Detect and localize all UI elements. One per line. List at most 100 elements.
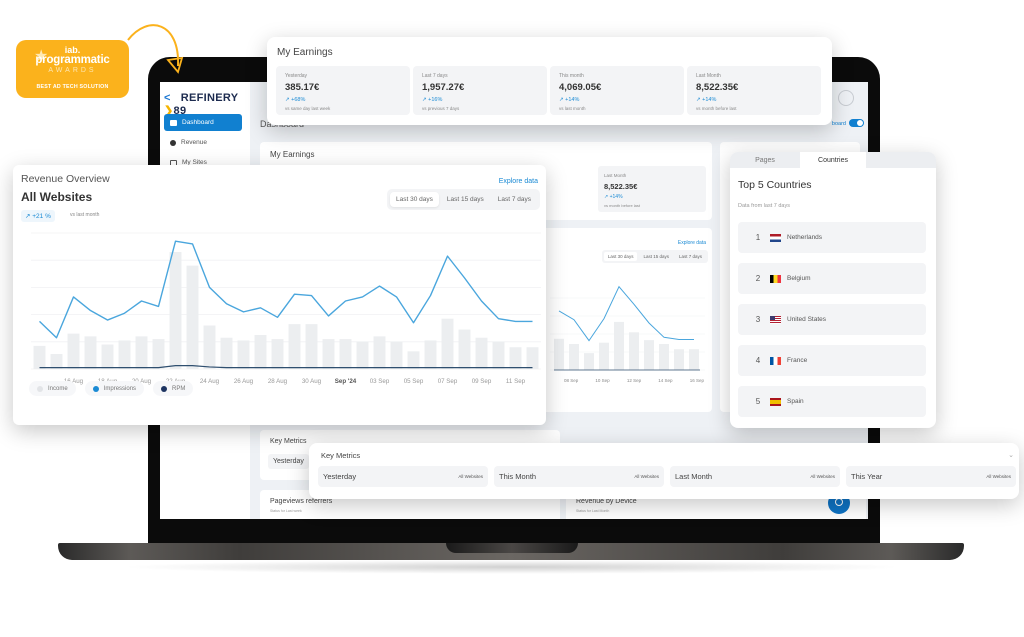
- chart-legend: Income Impressions RPM: [29, 381, 194, 396]
- income-bar: [152, 339, 165, 369]
- impressions-line: [39, 240, 533, 339]
- income-bar: [492, 341, 505, 369]
- income-bar: [84, 336, 97, 369]
- revenue-overview-card: Revenue Overview All Websites ↗ +21 % vs…: [13, 165, 546, 425]
- income-bar: [509, 347, 522, 369]
- mini-bar: [614, 321, 624, 370]
- income-bar: [407, 351, 420, 369]
- country-name: Belgium: [787, 275, 811, 282]
- x-tick-label: 24 Aug: [200, 378, 220, 385]
- key-metrics-title: Key Metrics: [321, 451, 361, 460]
- avatar[interactable]: [838, 90, 854, 106]
- countries-card: Pages Countries Top 5 Countries Data fro…: [730, 152, 936, 428]
- revenue-chart: 16 Aug18 Aug20 Aug22 Aug24 Aug26 Aug28 A…: [31, 232, 541, 385]
- mini-bar: [644, 340, 654, 370]
- income-bar: [271, 339, 284, 369]
- toggle-label: board: [831, 121, 846, 127]
- range-last-15-days[interactable]: Last 15 days: [441, 192, 490, 207]
- income-bar: [305, 324, 318, 369]
- income-bar: [458, 329, 471, 369]
- mini-bar: [674, 349, 684, 370]
- sidebar-item-revenue[interactable]: Revenue: [164, 134, 242, 151]
- stat-yesterday: Yesterday 385.17€ ↗ +68% vs same day las…: [276, 66, 410, 115]
- range-15[interactable]: Last 15 days: [639, 252, 673, 261]
- metric-this-year[interactable]: This Year All Websites: [846, 466, 1016, 487]
- be-flag-icon: [770, 274, 781, 283]
- range-last-7-days[interactable]: Last 7 days: [492, 192, 537, 207]
- country-row[interactable]: 2 Belgium: [738, 263, 926, 294]
- mini-chart-x-axis: 08 Sep 10 Sep 12 Sep 14 Sep 16 Sep: [564, 378, 704, 383]
- income-bar: [373, 336, 386, 369]
- mini-bar: [554, 338, 564, 370]
- x-tick-label: 09 Sep: [472, 378, 492, 385]
- income-bar: [50, 354, 63, 369]
- mini-bar: [584, 353, 594, 370]
- tab-pages[interactable]: Pages: [730, 152, 800, 168]
- stat-this-month: This month 4,069.05€ ↗ +14% vs last mont…: [550, 66, 684, 115]
- country-rank: 3: [755, 315, 761, 324]
- tab-bar: Pages Countries: [730, 152, 936, 168]
- key-metrics-card: Key Metrics ⌄ Yesterday All Websites Thi…: [309, 443, 1019, 499]
- legend-impressions[interactable]: Impressions: [84, 381, 145, 396]
- country-rank: 1: [755, 233, 761, 242]
- range-30[interactable]: Last 30 days: [603, 252, 638, 261]
- arrow-icon: [127, 24, 184, 74]
- income-bar: [237, 340, 250, 369]
- income-bar: [526, 347, 539, 369]
- country-row[interactable]: 1 Netherlands: [738, 222, 926, 253]
- income-bar: [390, 341, 403, 369]
- x-tick-label: 30 Aug: [302, 378, 322, 385]
- mini-bar: [599, 342, 609, 370]
- explore-data-link[interactable]: Explore data: [678, 240, 706, 246]
- sidebar-item-dashboard[interactable]: Dashboard: [164, 114, 242, 131]
- legend-income[interactable]: Income: [29, 381, 76, 396]
- dashboard-toggle[interactable]: [849, 119, 864, 127]
- x-tick-label: 05 Sep: [404, 378, 424, 385]
- x-tick-label: Sep '24: [335, 378, 357, 385]
- fr-flag-icon: [770, 356, 781, 365]
- country-rank: 2: [755, 274, 761, 283]
- earnings-card: My Earnings Yesterday 385.17€ ↗ +68% vs …: [267, 37, 832, 125]
- tab-countries[interactable]: Countries: [800, 152, 866, 168]
- income-bar: [101, 344, 114, 369]
- country-row[interactable]: 3 United States: [738, 304, 926, 335]
- metric-last-month[interactable]: Last Month All Websites: [670, 466, 840, 487]
- countries-title: Top 5 Countries: [738, 179, 812, 191]
- legend-rpm[interactable]: RPM: [153, 381, 194, 396]
- income-bar: [169, 252, 182, 369]
- range-7[interactable]: Last 7 days: [675, 252, 706, 261]
- country-rank: 4: [755, 356, 761, 365]
- explore-data-link[interactable]: Explore data: [499, 178, 538, 185]
- mini-line: [558, 285, 694, 342]
- country-name: United States: [787, 316, 827, 323]
- es-flag-icon: [770, 397, 781, 406]
- stat-last-month: Last Month 8,522.35€ ↗ +14% vs month bef…: [687, 66, 821, 115]
- impressions-dot-icon: [92, 385, 99, 392]
- income-bar: [322, 339, 335, 369]
- back-icon[interactable]: <: [164, 92, 171, 104]
- metric-yesterday[interactable]: Yesterday All Websites: [318, 466, 488, 487]
- country-row[interactable]: 5 Spain: [738, 386, 926, 417]
- income-bar: [356, 341, 369, 369]
- income-bar: [339, 339, 352, 369]
- country-row[interactable]: 4 France: [738, 345, 926, 376]
- dashboard-icon: [170, 119, 177, 126]
- euro-icon: [170, 139, 176, 146]
- range-selector: Last 30 days Last 15 days Last 7 days: [601, 250, 708, 263]
- income-bar: [67, 333, 80, 369]
- x-tick-label: 28 Aug: [268, 378, 288, 385]
- income-bar: [186, 265, 199, 369]
- stat-last-7-days: Last 7 days 1,957.27€ ↗ +16% vs previous…: [413, 66, 547, 115]
- trend-up-icon: ↗ +14%: [604, 194, 623, 200]
- range-last-30-days[interactable]: Last 30 days: [390, 192, 439, 207]
- rpm-dot-icon: [161, 385, 168, 392]
- mini-bar: [629, 332, 639, 370]
- metric-this-month[interactable]: This Month All Websites: [494, 466, 664, 487]
- income-bar: [33, 345, 46, 369]
- revenue-title: Revenue Overview: [21, 173, 110, 185]
- earnings-title: My Earnings: [277, 47, 333, 58]
- us-flag-icon: [770, 315, 781, 324]
- chevron-down-icon[interactable]: ⌄: [1008, 451, 1014, 459]
- income-bar: [475, 337, 488, 369]
- x-tick-label: 26 Aug: [234, 378, 254, 385]
